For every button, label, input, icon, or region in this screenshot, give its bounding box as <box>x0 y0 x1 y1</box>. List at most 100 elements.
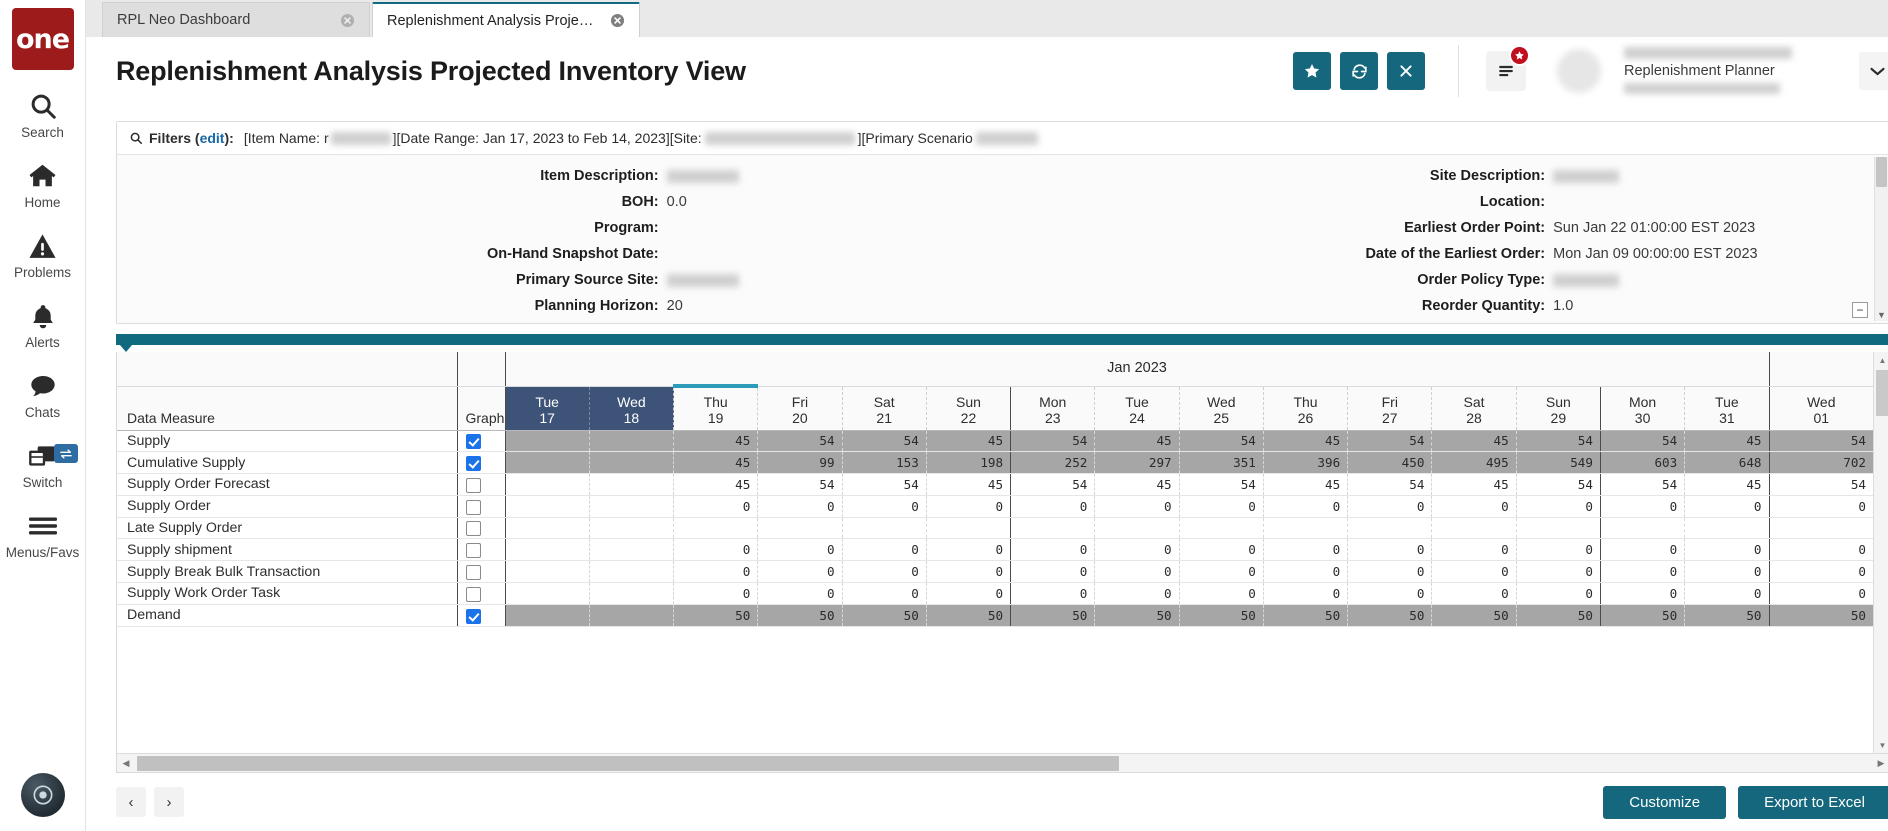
grid-cell[interactable]: 198 <box>926 452 1010 474</box>
grid-cell[interactable] <box>1179 517 1263 539</box>
grid-cell[interactable]: 0 <box>1179 561 1263 583</box>
grid-cell[interactable]: 50 <box>926 604 1010 626</box>
grid-cell[interactable]: 45 <box>926 430 1010 452</box>
column-header-day-18[interactable]: Wed18 <box>589 386 673 430</box>
scroll-down-icon[interactable]: ▼ <box>1874 737 1888 753</box>
scroll-left-icon[interactable]: ◀ <box>117 758 135 769</box>
column-header-day-25[interactable]: Wed25 <box>1179 386 1263 430</box>
grid-cell[interactable]: 0 <box>1263 495 1347 517</box>
grid-cell[interactable]: 549 <box>1516 452 1600 474</box>
switch-toggle-badge[interactable] <box>54 444 78 463</box>
grid-cell[interactable]: 50 <box>1600 604 1684 626</box>
grid-cell[interactable] <box>589 539 673 561</box>
scroll-right-icon[interactable]: ▶ <box>1872 758 1888 769</box>
grid-cell[interactable] <box>505 604 589 626</box>
grid-cell[interactable]: 0 <box>674 539 758 561</box>
grid-cell[interactable]: 54 <box>1600 474 1684 496</box>
grid-cell[interactable]: 0 <box>674 561 758 583</box>
grid-cell[interactable]: 0 <box>1179 539 1263 561</box>
column-header-day-01[interactable]: Wed01 <box>1769 386 1873 430</box>
grid-cell[interactable]: 252 <box>1011 452 1095 474</box>
grid-cell[interactable]: 297 <box>1095 452 1179 474</box>
grid-cell[interactable]: 0 <box>1516 583 1600 605</box>
column-header-day-21[interactable]: Sat21 <box>842 386 926 430</box>
previous-page-button[interactable]: ‹ <box>116 787 146 817</box>
grid-cell[interactable]: 0 <box>1263 583 1347 605</box>
grid-cell[interactable]: 54 <box>842 474 926 496</box>
close-icon[interactable] <box>340 13 355 28</box>
panel-splitter[interactable] <box>116 334 1888 345</box>
graph-checkbox[interactable] <box>466 478 481 493</box>
grid-cell[interactable]: 50 <box>1179 604 1263 626</box>
grid-cell[interactable]: 0 <box>1685 583 1769 605</box>
sidebar-item-switch[interactable]: Switch <box>0 440 86 490</box>
vscroll-thumb[interactable] <box>1876 370 1888 416</box>
export-to-excel-button[interactable]: Export to Excel <box>1738 786 1888 819</box>
grid-cell[interactable]: 50 <box>1516 604 1600 626</box>
grid-cell[interactable]: 0 <box>1769 583 1873 605</box>
grid-cell[interactable]: 54 <box>1348 474 1432 496</box>
grid-cell[interactable]: 0 <box>758 495 842 517</box>
grid-cell[interactable]: 54 <box>1011 474 1095 496</box>
graph-checkbox-cell[interactable] <box>457 561 505 583</box>
graph-checkbox-cell[interactable] <box>457 452 505 474</box>
graph-checkbox[interactable] <box>466 434 481 449</box>
grid-cell[interactable]: 495 <box>1432 452 1516 474</box>
close-button[interactable] <box>1387 52 1425 90</box>
graph-checkbox[interactable] <box>466 521 481 536</box>
grid-cell[interactable]: 50 <box>1348 604 1432 626</box>
column-header-day-30[interactable]: Mon30 <box>1600 386 1684 430</box>
graph-checkbox-cell[interactable] <box>457 583 505 605</box>
grid-cell[interactable]: 45 <box>1685 430 1769 452</box>
grid-cell[interactable]: 54 <box>1348 430 1432 452</box>
grid-cell[interactable]: 45 <box>1095 430 1179 452</box>
column-header-day-22[interactable]: Sun22 <box>926 386 1010 430</box>
next-page-button[interactable]: › <box>154 787 184 817</box>
grid-cell[interactable] <box>1263 517 1347 539</box>
grid-cell[interactable]: 54 <box>1516 474 1600 496</box>
grid-cell[interactable]: 450 <box>1348 452 1432 474</box>
column-header-day-28[interactable]: Sat28 <box>1432 386 1516 430</box>
graph-checkbox[interactable] <box>466 565 481 580</box>
sidebar-item-chats[interactable]: Chats <box>0 370 86 420</box>
scroll-up-icon[interactable]: ▲ <box>1874 352 1888 368</box>
grid-cell[interactable] <box>1348 517 1432 539</box>
grid-cell[interactable]: 648 <box>1685 452 1769 474</box>
filters-edit-link[interactable]: edit <box>200 130 225 146</box>
grid-cell[interactable]: 50 <box>674 604 758 626</box>
grid-cell[interactable]: 45 <box>674 430 758 452</box>
grid-cell[interactable]: 0 <box>1600 539 1684 561</box>
column-header-day-17[interactable]: Tue17 <box>505 386 589 430</box>
grid-cell[interactable]: 0 <box>674 495 758 517</box>
grid-cell[interactable]: 0 <box>1011 583 1095 605</box>
grid-cell[interactable] <box>505 583 589 605</box>
grid-cell[interactable]: 50 <box>1769 604 1873 626</box>
grid-cell[interactable] <box>1600 517 1684 539</box>
graph-checkbox-cell[interactable] <box>457 430 505 452</box>
grid-cell[interactable]: 0 <box>1769 539 1873 561</box>
grid-cell[interactable]: 45 <box>1263 430 1347 452</box>
column-header-day-26[interactable]: Thu26 <box>1263 386 1347 430</box>
grid-cell[interactable]: 0 <box>1095 539 1179 561</box>
grid-cell[interactable]: 0 <box>758 539 842 561</box>
hscroll-thumb[interactable] <box>137 756 1119 771</box>
grid-cell[interactable]: 45 <box>1685 474 1769 496</box>
grid-cell[interactable]: 54 <box>1516 430 1600 452</box>
grid-cell[interactable] <box>505 452 589 474</box>
grid-cell[interactable]: 54 <box>1011 430 1095 452</box>
customize-button[interactable]: Customize <box>1603 786 1726 819</box>
refresh-button[interactable] <box>1340 52 1378 90</box>
grid-cell[interactable]: 54 <box>1600 430 1684 452</box>
sidebar-item-menus-favs[interactable]: Menus/Favs <box>0 510 86 560</box>
info-panel-scrollbar[interactable]: ▼ <box>1874 157 1888 321</box>
graph-checkbox-cell[interactable] <box>457 474 505 496</box>
grid-cell[interactable]: 50 <box>1095 604 1179 626</box>
scroll-down-icon[interactable]: ▼ <box>1877 310 1886 320</box>
grid-cell[interactable]: 54 <box>1769 474 1873 496</box>
hscroll-track[interactable] <box>135 756 1872 771</box>
grid-cell[interactable]: 0 <box>926 561 1010 583</box>
grid-cell[interactable]: 45 <box>1432 474 1516 496</box>
grid-cell[interactable]: 45 <box>674 452 758 474</box>
grid-cell[interactable]: 0 <box>1769 561 1873 583</box>
grid-cell[interactable]: 0 <box>1348 561 1432 583</box>
